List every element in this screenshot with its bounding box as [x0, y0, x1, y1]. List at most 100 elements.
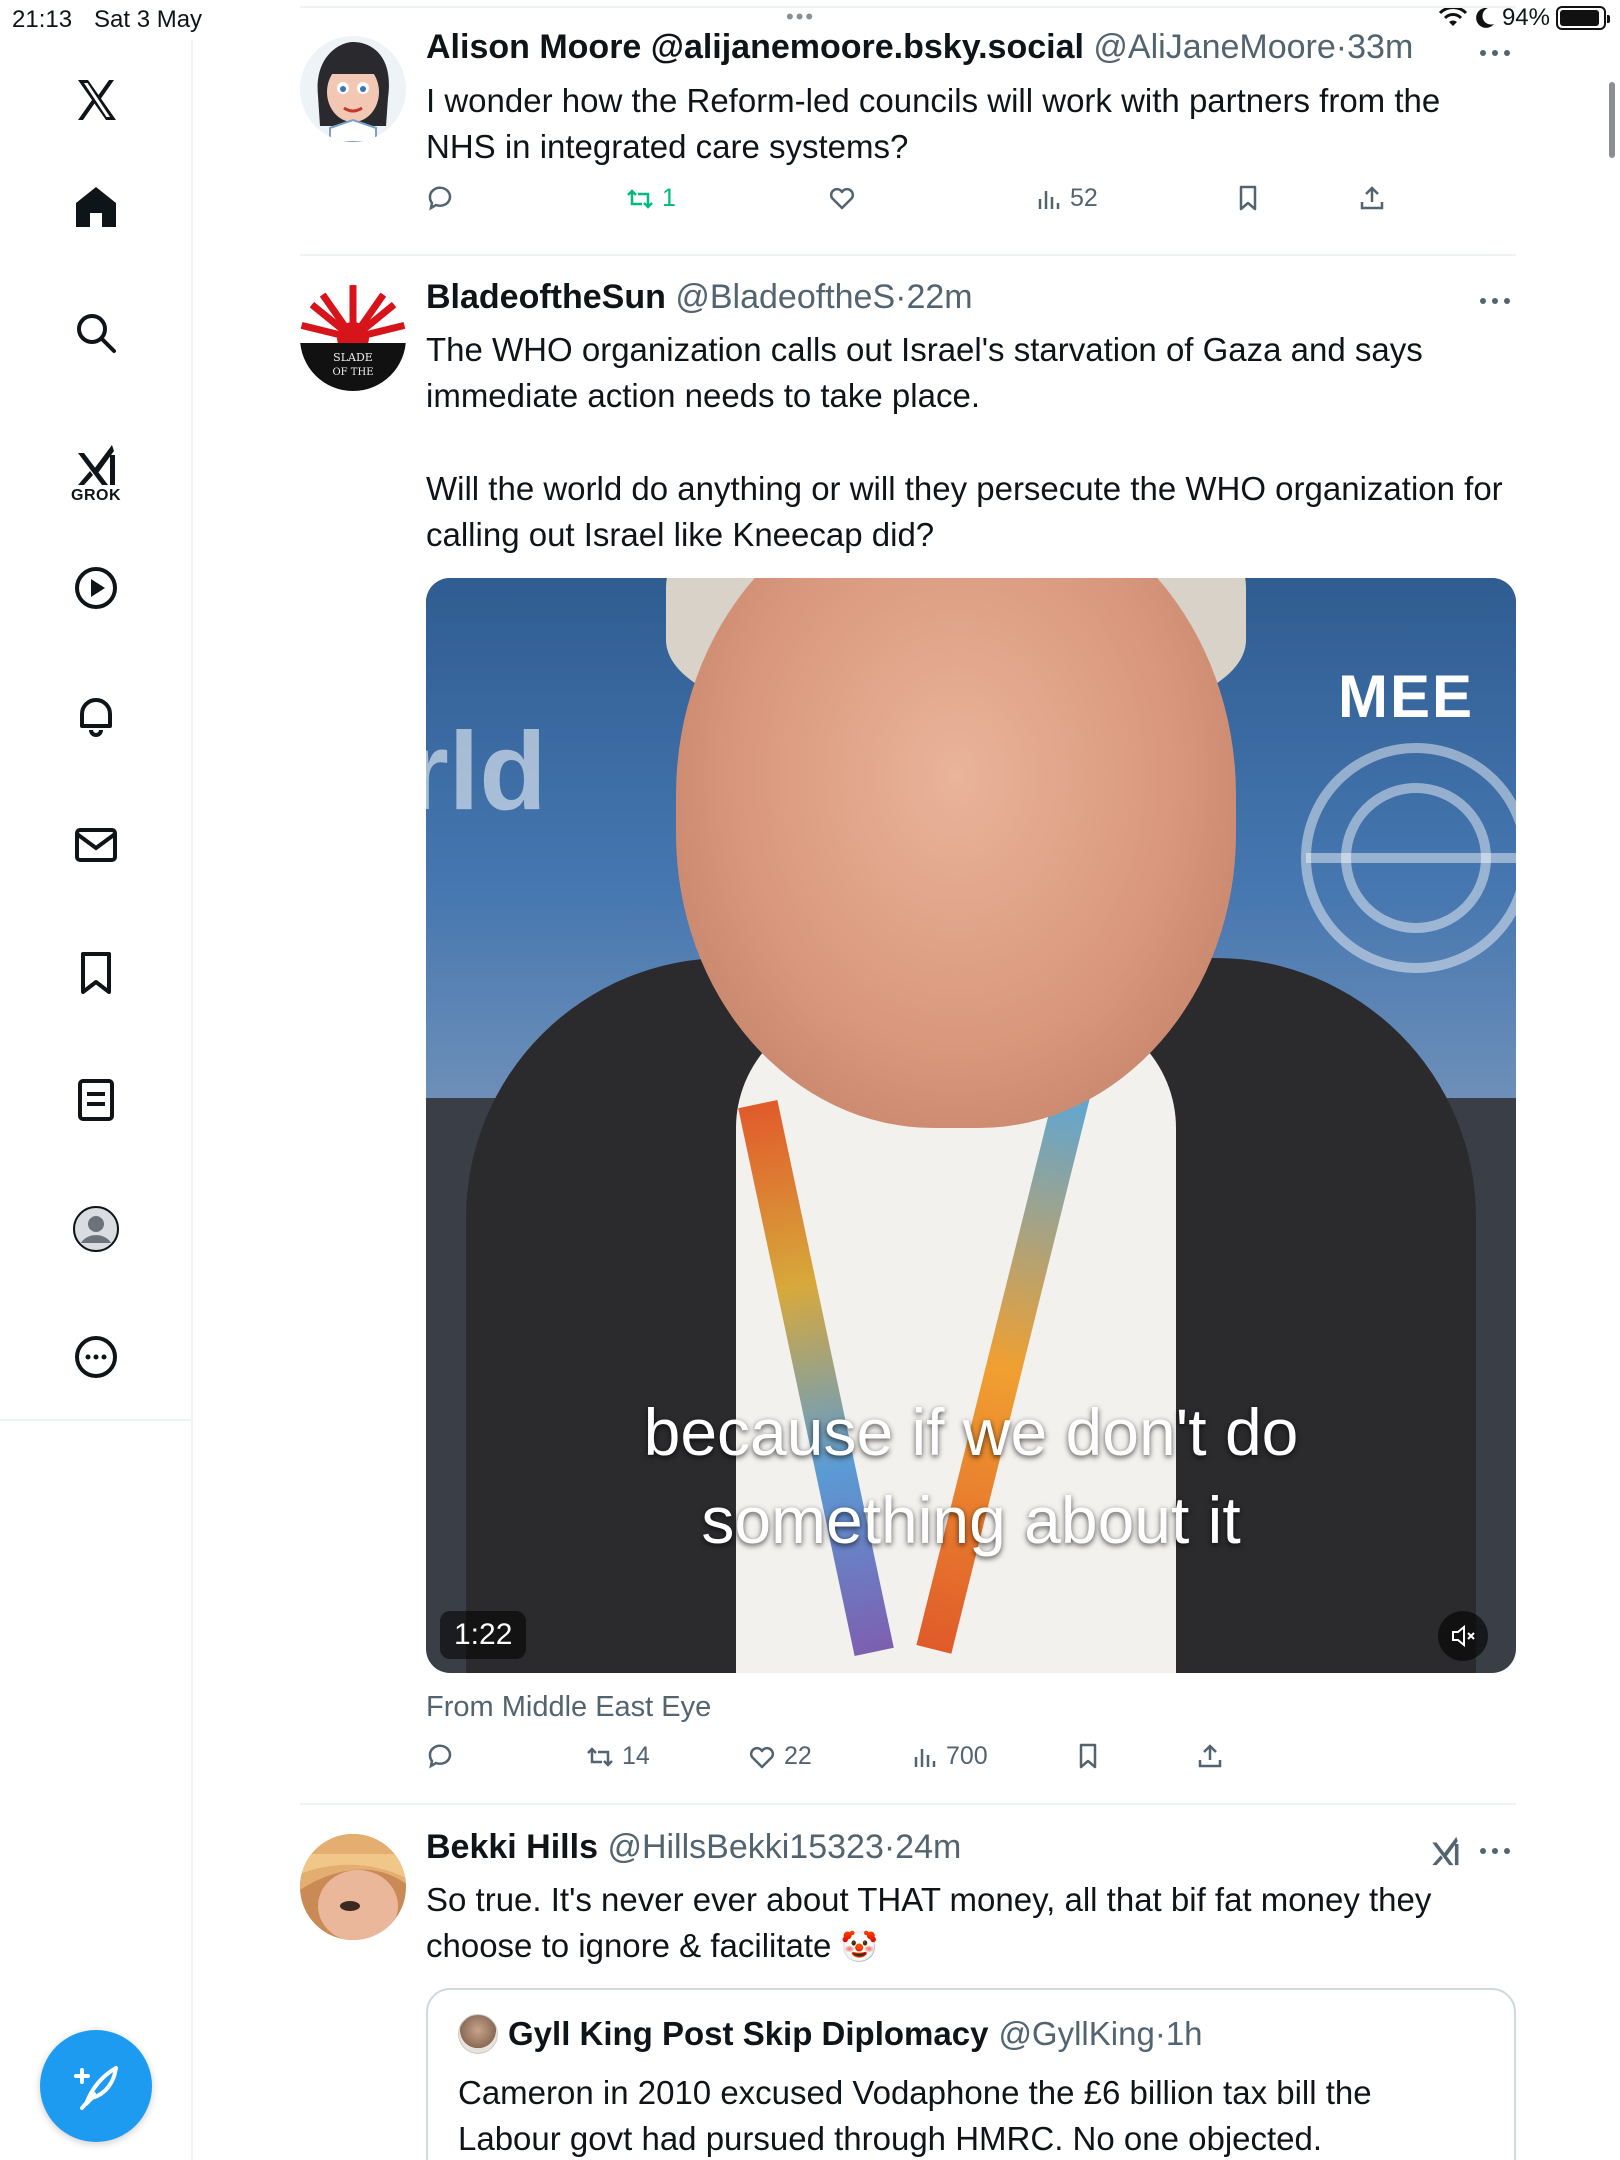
scrollbar-thumb[interactable] — [1609, 82, 1615, 158]
sidebar-item-profile[interactable] — [62, 1195, 130, 1263]
bookmark-button[interactable] — [1074, 1742, 1102, 1770]
reply-button[interactable] — [426, 184, 454, 212]
author-handle[interactable]: @HillsBekki15323 — [607, 1828, 883, 1866]
grok-icon[interactable] — [1428, 1834, 1462, 1868]
bookmark-icon — [1079, 1743, 1097, 1769]
tweet-text: So true. It's never ever about THAT mone… — [426, 1877, 1516, 1971]
video-background-text: rld — [426, 710, 547, 833]
grok-icon — [78, 445, 115, 485]
views-button[interactable]: 700 — [910, 1742, 988, 1771]
quoted-tweet-text: Cameron in 2010 excused Vodaphone the £6… — [458, 2070, 1498, 2160]
retweet-button[interactable]: 1 — [626, 184, 676, 213]
rising-sun-avatar-icon: SLADE OF THE — [300, 285, 406, 391]
feed-divider — [300, 1803, 1516, 1805]
list-icon — [78, 1079, 114, 1121]
sidebar-item-x-logo[interactable] — [62, 66, 130, 134]
sidebar-item-messages[interactable] — [62, 811, 130, 879]
sidebar-nav: GROK — [0, 40, 193, 2160]
views-count: 52 — [1070, 184, 1098, 212]
tweet-time[interactable]: ·33m — [1336, 28, 1413, 66]
tweet-time[interactable]: ·24m — [884, 1828, 961, 1866]
retweet-icon — [587, 1746, 613, 1767]
video-player[interactable]: rld MEE because if we don't do something… — [426, 578, 1516, 1673]
more-icon[interactable] — [1478, 48, 1512, 58]
author-name[interactable]: Alison Moore @alijanemoore.bsky.social — [426, 28, 1084, 66]
avatar[interactable] — [300, 1834, 406, 1940]
play-icon — [75, 567, 117, 609]
share-button[interactable] — [1358, 184, 1386, 212]
views-button[interactable]: 52 — [1034, 184, 1098, 213]
author-name[interactable]: BladeoftheSun — [426, 278, 666, 316]
bookmark-icon — [1239, 185, 1257, 211]
video-source[interactable]: From Middle East Eye — [426, 1691, 711, 1724]
heart-icon — [829, 187, 855, 210]
quoted-text-line: Labour govt had pursued through HMRC. No… — [458, 2120, 1323, 2157]
like-count: 22 — [784, 1742, 812, 1770]
status-time: 21:13 — [12, 6, 73, 33]
mute-button[interactable] — [1438, 1611, 1488, 1661]
views-count: 700 — [946, 1742, 988, 1770]
avatar-cartoon-icon — [300, 36, 406, 142]
sidebar-item-more[interactable] — [62, 1323, 130, 1391]
sidebar-item-notifications[interactable] — [62, 682, 130, 750]
sidebar-item-home[interactable] — [62, 173, 130, 241]
bell-icon — [80, 698, 112, 737]
reply-icon — [428, 186, 452, 211]
sidebar-item-video[interactable] — [62, 554, 130, 622]
video-caption: because if we don't do something about i… — [426, 1388, 1516, 1564]
reply-button[interactable] — [426, 1742, 454, 1770]
avatar[interactable]: SLADE OF THE — [300, 285, 406, 391]
video-caption-line: because if we don't do — [643, 1395, 1299, 1469]
tweet-actions: 1 52 — [426, 184, 1516, 224]
author-name[interactable]: Bekki Hills — [426, 1828, 598, 1866]
more-icon[interactable] — [1478, 296, 1512, 306]
tweet-header: BladeoftheSun @BladeoftheS·22m — [426, 278, 973, 317]
views-chart-icon — [914, 1748, 936, 1767]
retweet-icon — [627, 188, 653, 209]
search-icon — [77, 314, 116, 353]
quoted-tweet[interactable]: Gyll King Post Skip Diplomacy @GyllKing·… — [426, 1988, 1516, 2160]
heart-icon — [749, 1746, 775, 1768]
svg-text:SLADE: SLADE — [333, 351, 373, 364]
battery-icon — [1556, 6, 1610, 30]
tweet-header: Bekki Hills @HillsBekki15323·24m — [426, 1828, 961, 1867]
author-handle[interactable]: @BladeoftheS — [675, 278, 895, 316]
bookmark-button[interactable] — [1234, 184, 1262, 212]
speaker-muted-icon — [1452, 1624, 1475, 1648]
like-button[interactable]: 22 — [748, 1742, 812, 1771]
feed-divider — [300, 254, 1516, 256]
photo-avatar-icon — [300, 1834, 406, 1940]
share-icon — [1198, 1744, 1222, 1768]
tweet-header: Alison Moore @alijanemoore.bsky.social @… — [426, 28, 1413, 67]
like-button[interactable] — [828, 184, 856, 212]
tweet-time[interactable]: ·22m — [895, 278, 972, 316]
retweet-count: 14 — [622, 1742, 650, 1770]
un-emblem-icon — [1301, 743, 1516, 973]
retweet-button[interactable]: 14 — [586, 1742, 650, 1771]
quoted-text-line: Cameron in 2010 excused Vodaphone the £6… — [458, 2074, 1372, 2111]
sidebar-item-grok[interactable]: GROK — [62, 423, 130, 523]
tweet-text: The WHO organization calls out Israel's … — [426, 331, 1423, 414]
video-figure-face — [676, 578, 1236, 1128]
author-handle[interactable]: @AliJaneMoore — [1093, 28, 1335, 66]
more-icon[interactable] — [1478, 1846, 1512, 1856]
quoted-author-handle: @GyllKing — [998, 2015, 1155, 2052]
video-duration: 1:22 — [440, 1611, 527, 1659]
tweet-actions: 14 22 700 — [426, 1742, 1516, 1782]
sidebar-item-bookmarks[interactable] — [62, 939, 130, 1007]
share-button[interactable] — [1196, 1742, 1224, 1770]
clown-emoji: 🤡 — [840, 1931, 878, 1964]
x-logo-icon — [78, 80, 116, 120]
avatar[interactable] — [300, 36, 406, 142]
compose-button[interactable] — [40, 2030, 152, 2142]
tweet-text-line: choose to ignore & facilitate 🤡 — [426, 1923, 1516, 1971]
timeline-feed: Alison Moore @alijanemoore.bsky.social @… — [300, 0, 1516, 2160]
home-icon — [76, 187, 116, 227]
tweet-text: I wonder how the Reform-led councils wil… — [426, 82, 1441, 165]
video-caption-line: something about it — [701, 1483, 1241, 1557]
sidebar-item-search[interactable] — [62, 299, 130, 367]
quoted-avatar — [458, 2014, 498, 2054]
quoted-tweet-time: ·1h — [1154, 2015, 1203, 2052]
reply-icon — [428, 1744, 452, 1769]
sidebar-item-lists[interactable] — [62, 1066, 130, 1134]
